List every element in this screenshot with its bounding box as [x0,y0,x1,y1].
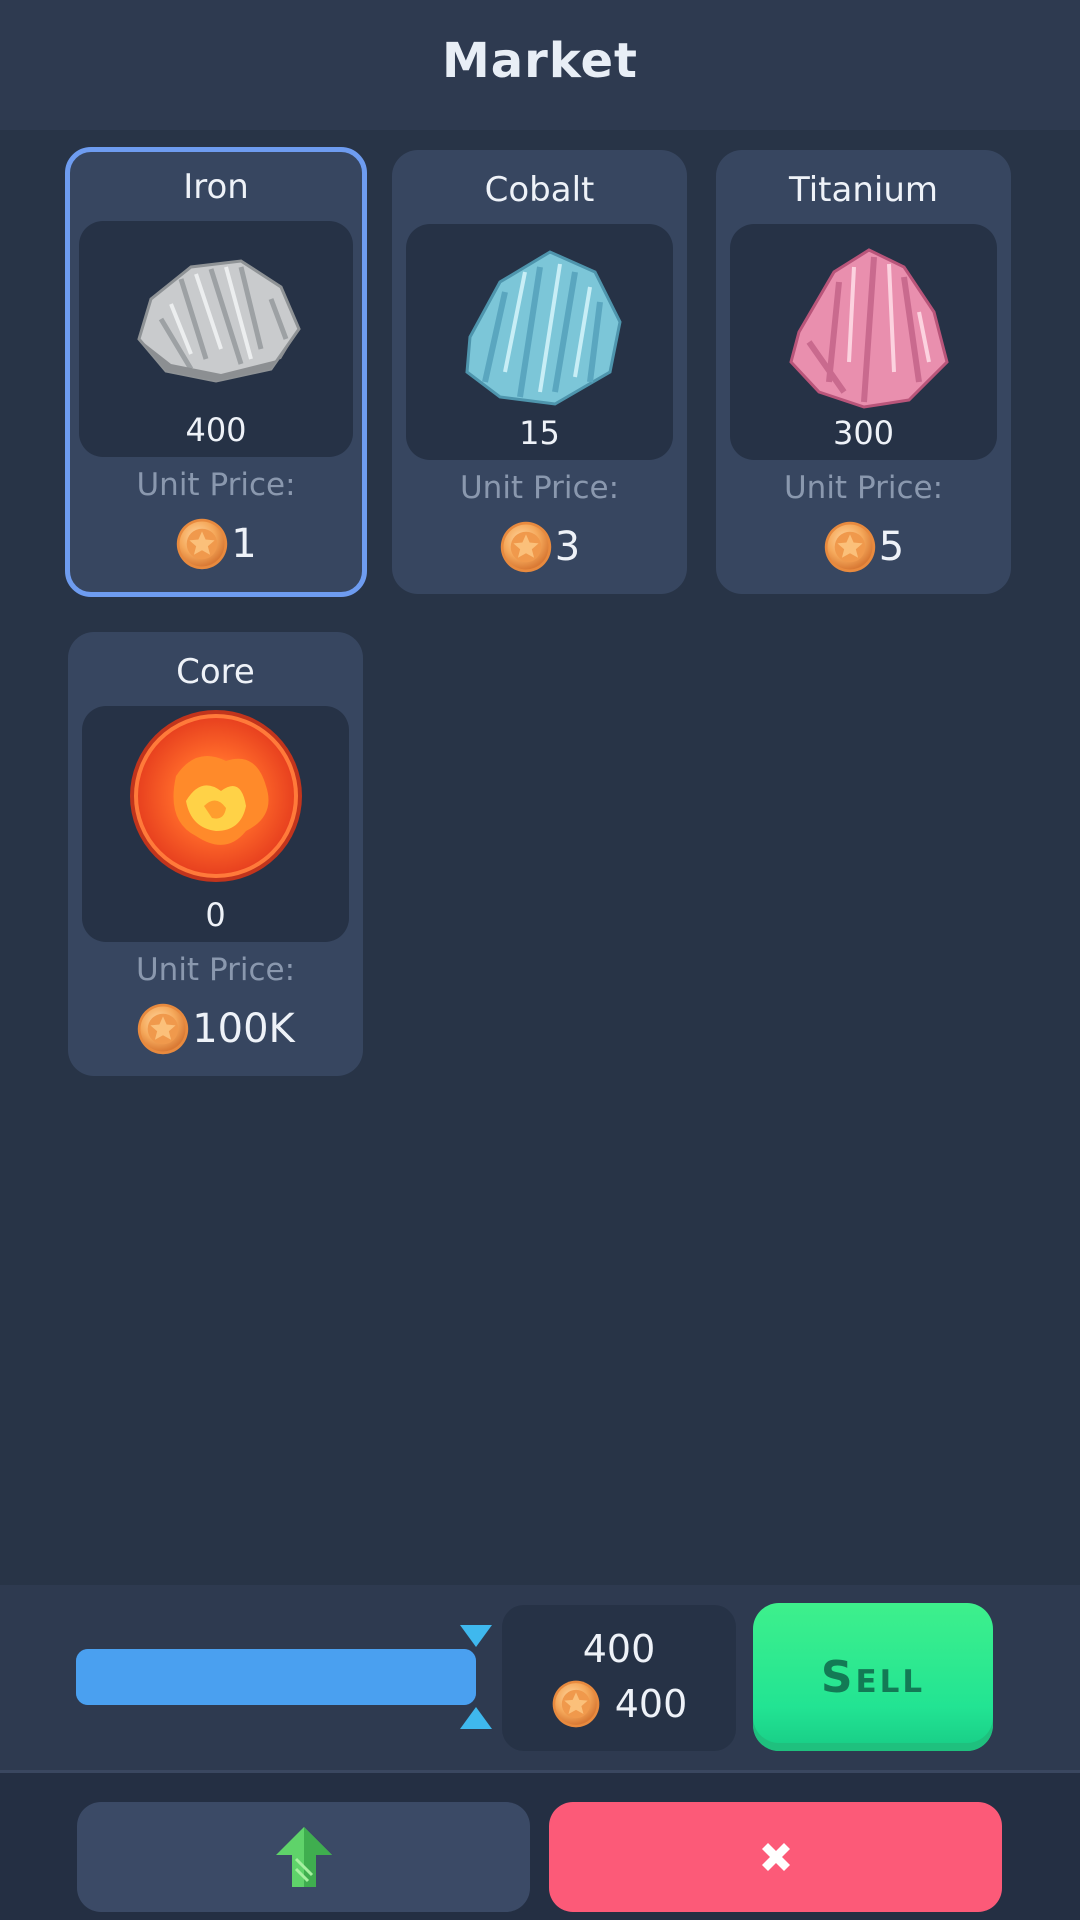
market-screen: Market Iron 400 Unit Price: 1 Cobalt 15 … [0,0,1080,1920]
sell-total: 400 [502,1679,736,1729]
sell-total-value: 400 [614,1682,688,1726]
item-name: Cobalt [484,170,595,210]
core-orb-icon [129,710,302,882]
quantity-slider[interactable] [76,1649,476,1705]
coin-icon [175,517,229,571]
item-card-iron[interactable]: Iron 400 Unit Price: 1 [65,147,367,597]
unit-price-label: Unit Price: [135,952,296,988]
unit-price-label: Unit Price: [136,467,296,503]
item-image-panel: 400 [79,221,353,457]
item-card-cobalt[interactable]: Cobalt 15 Unit Price: 3 [392,150,687,594]
item-quantity: 15 [519,414,560,452]
upgrade-button[interactable] [77,1802,530,1912]
coin-icon [499,520,553,574]
sell-quantity: 400 [582,1627,656,1671]
coin-icon [823,520,877,574]
item-image-panel: 0 [82,706,349,942]
coin-icon [551,1679,601,1729]
unit-price: 3 [392,520,687,574]
unit-price-value: 100K [192,1006,295,1052]
sell-summary: 400 400 [502,1605,736,1751]
titanium-ore-icon [788,248,949,409]
cobalt-ore-icon [464,250,622,406]
item-card-core[interactable]: Core 0 Unit Price: 100K [68,632,363,1076]
unit-price: 5 [716,520,1011,574]
unit-price-value: 3 [554,524,581,570]
item-image-panel: 300 [730,224,997,460]
unit-price: 1 [70,517,362,571]
slider-fill [76,1649,476,1705]
unit-price: 100K [68,1002,363,1056]
item-name: Iron [183,167,249,207]
item-quantity: 300 [832,414,895,452]
footer-divider [0,1770,1080,1773]
coin-icon [136,1002,190,1056]
page-title: Market [442,33,638,89]
item-name: Titanium [789,170,938,210]
close-x-icon [761,1843,790,1871]
unit-price-label: Unit Price: [783,470,944,506]
unit-price-value: 5 [878,524,905,570]
header-bar: Market [0,0,1080,130]
iron-ore-icon [137,259,301,383]
sell-button[interactable]: Sell [753,1603,993,1751]
item-quantity: 400 [185,411,247,449]
sell-button-label: Sell [820,1651,926,1703]
slider-handle-bottom[interactable] [460,1707,492,1729]
sell-panel: 400 400 Sell [0,1585,1080,1770]
unit-price-value: 1 [231,521,257,567]
item-quantity: 0 [205,896,226,934]
up-arrow-icon [275,1827,332,1887]
item-image-panel: 15 [406,224,673,460]
unit-price-label: Unit Price: [459,470,620,506]
slider-handle-top[interactable] [460,1625,492,1647]
item-name: Core [176,652,255,692]
item-card-titanium[interactable]: Titanium 300 Unit Price: 5 [716,150,1011,594]
close-button[interactable] [549,1802,1002,1912]
